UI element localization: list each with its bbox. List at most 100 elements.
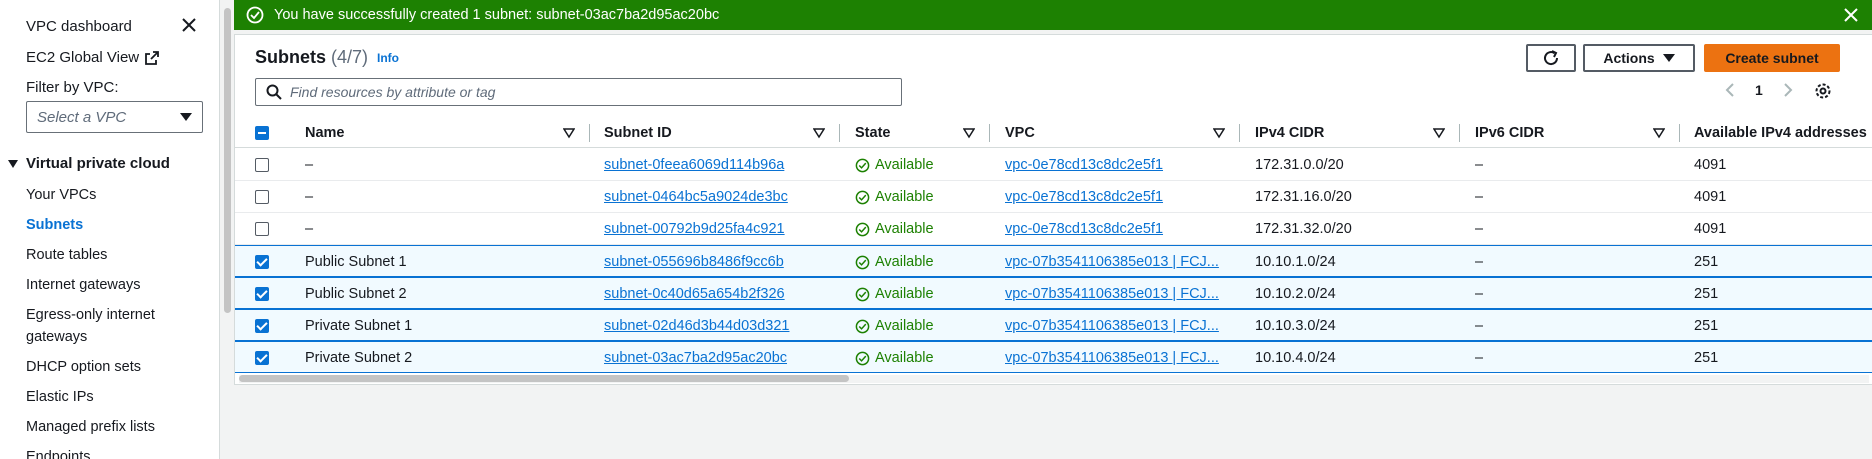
title-text: Subnets (255, 47, 327, 67)
row-checkbox-cell[interactable] (255, 342, 269, 374)
state-label: Available (875, 189, 934, 205)
vpc-filter-placeholder: Select a VPC (37, 108, 127, 126)
column-separator[interactable] (839, 124, 840, 142)
state-label: Available (875, 318, 934, 334)
chevron-right-icon[interactable] (1783, 82, 1793, 98)
cell-vpc-link[interactable]: vpc-07b3541106385e013 | FCJ... (1005, 310, 1230, 342)
gear-icon[interactable] (1813, 81, 1833, 101)
row-checkbox[interactable] (255, 351, 269, 365)
cell-ipv6-cidr: – (1475, 189, 1484, 205)
cell-vpc-link[interactable]: vpc-0e78cd13c8dc2e5f1 (1005, 213, 1230, 245)
table-row[interactable]: Private Subnet 2 subnet-03ac7ba2d95ac20bc… (235, 341, 1872, 373)
sidebar-item-your-vpcs[interactable]: Your VPCs (26, 184, 96, 206)
sidebar-item-egress-only-gateways-cont[interactable]: gateways (26, 326, 87, 348)
cell-vpc-link[interactable]: vpc-07b3541106385e013 | FCJ... (1005, 342, 1230, 374)
table-header: Name Subnet ID State VPC IPv4 CIDR IPv6 … (235, 118, 1872, 148)
sidebar-item-elastic-ips[interactable]: Elastic IPs (26, 386, 94, 408)
cell-vpc-link[interactable]: vpc-07b3541106385e013 | FCJ... (1005, 246, 1230, 278)
chevron-left-icon[interactable] (1725, 82, 1735, 98)
column-separator[interactable] (989, 124, 990, 142)
column-separator[interactable] (1459, 124, 1460, 142)
cell-subnet-id-link[interactable]: subnet-0464bc5a9024de3bc (604, 181, 834, 213)
row-checkbox[interactable] (255, 287, 269, 301)
cell-subnet-id-link[interactable]: subnet-02d46d3b44d03d321 (604, 310, 834, 342)
cell-name: Public Subnet 1 (305, 254, 407, 270)
column-header-ipv6-cidr[interactable]: IPv6 CIDR (1475, 118, 1544, 148)
search-input[interactable]: Find resources by attribute or tag (255, 78, 902, 106)
close-icon[interactable] (180, 16, 198, 34)
cell-vpc-link[interactable]: vpc-07b3541106385e013 | FCJ... (1005, 278, 1230, 310)
state-label: Available (875, 157, 934, 173)
horizontal-scrollbar-thumb[interactable] (239, 375, 849, 382)
row-checkbox-cell[interactable] (255, 181, 269, 213)
column-header-vpc[interactable]: VPC (1005, 118, 1035, 148)
sort-icon[interactable] (1433, 127, 1445, 139)
cell-available-ipv4: 4091 (1694, 157, 1727, 173)
info-link[interactable]: Info (377, 51, 399, 65)
table-row[interactable]: Private Subnet 1 subnet-02d46d3b44d03d321… (235, 309, 1872, 341)
row-checkbox[interactable] (255, 222, 269, 236)
sidebar-item-route-tables[interactable]: Route tables (26, 244, 107, 266)
cell-ipv4-cidr: 10.10.4.0/24 (1255, 350, 1336, 366)
table-row[interactable]: – subnet-00792b9d25fa4c921 Available vpc-0e… (235, 213, 1872, 245)
sidebar-item-internet-gateways[interactable]: Internet gateways (26, 274, 140, 296)
select-all-checkbox-cell[interactable] (255, 118, 269, 148)
actions-dropdown[interactable]: Actions (1583, 44, 1695, 72)
row-checkbox-cell[interactable] (255, 149, 269, 181)
column-header-subnet-id[interactable]: Subnet ID (604, 118, 672, 148)
sidebar-item-endpoints[interactable]: Endpoints (26, 446, 91, 459)
table-row[interactable]: – subnet-0464bc5a9024de3bc Available vpc-0e… (235, 181, 1872, 213)
row-checkbox[interactable] (255, 319, 269, 333)
vpc-filter-select[interactable]: Select a VPC (26, 101, 203, 133)
sidebar-scrollbar-thumb[interactable] (224, 8, 231, 313)
cell-subnet-id-link[interactable]: subnet-055696b8486f9cc6b (604, 246, 834, 278)
cell-state: Available (855, 278, 934, 310)
cell-available-ipv4: 251 (1694, 318, 1719, 334)
column-header-ipv4-cidr[interactable]: IPv4 CIDR (1255, 118, 1324, 148)
sidebar-item-subnets[interactable]: Subnets (26, 214, 83, 236)
cell-subnet-id-link[interactable]: subnet-0feea6069d114b96a (604, 149, 834, 181)
vpc-dashboard-link[interactable]: VPC dashboard (26, 18, 132, 35)
sidebar-item-dhcp-option-sets[interactable]: DHCP option sets (26, 356, 141, 378)
cell-subnet-id-link[interactable]: subnet-00792b9d25fa4c921 (604, 213, 834, 245)
column-header-state[interactable]: State (855, 118, 890, 148)
cell-subnet-id-link[interactable]: subnet-03ac7ba2d95ac20bc (604, 342, 834, 374)
row-checkbox-cell[interactable] (255, 246, 269, 278)
table-row[interactable]: Public Subnet 1 subnet-055696b8486f9cc6b A… (235, 245, 1872, 277)
cell-vpc-link[interactable]: vpc-0e78cd13c8dc2e5f1 (1005, 149, 1230, 181)
cell-ipv6-cidr: – (1475, 221, 1484, 237)
row-checkbox[interactable] (255, 190, 269, 204)
sidebar-item-egress-only-gateways[interactable]: Egress-only internet (26, 304, 155, 326)
refresh-button[interactable] (1526, 44, 1576, 72)
row-checkbox-cell[interactable] (255, 310, 269, 342)
create-subnet-button[interactable]: Create subnet (1704, 44, 1840, 72)
column-header-available-ipv4[interactable]: Available IPv4 addresses (1694, 118, 1867, 148)
row-checkbox[interactable] (255, 255, 269, 269)
sort-icon[interactable] (813, 127, 825, 139)
sort-icon[interactable] (963, 127, 975, 139)
flash-message: You have successfully created 1 subnet: … (274, 7, 720, 23)
cell-vpc-link[interactable]: vpc-0e78cd13c8dc2e5f1 (1005, 181, 1230, 213)
row-checkbox[interactable] (255, 158, 269, 172)
sort-icon[interactable] (1653, 127, 1665, 139)
ec2-global-view-link[interactable]: EC2 Global View (26, 49, 160, 66)
cell-name: – (305, 221, 314, 237)
row-checkbox-cell[interactable] (255, 213, 269, 245)
sidebar-item-managed-prefix-lists[interactable]: Managed prefix lists (26, 416, 155, 438)
row-checkbox-cell[interactable] (255, 278, 269, 310)
table-row[interactable]: Public Subnet 2 subnet-0c40d65a654b2f326 A… (235, 277, 1872, 309)
column-separator[interactable] (1239, 124, 1240, 142)
cell-name: – (305, 157, 314, 173)
sort-icon[interactable] (563, 127, 575, 139)
cell-subnet-id-link[interactable]: subnet-0c40d65a654b2f326 (604, 278, 834, 310)
page-number[interactable]: 1 (1755, 82, 1763, 98)
refresh-icon (1544, 50, 1559, 66)
column-separator[interactable] (1679, 124, 1680, 142)
sort-icon[interactable] (1213, 127, 1225, 139)
close-icon[interactable] (1842, 6, 1860, 24)
column-separator[interactable] (589, 124, 590, 142)
select-all-checkbox[interactable] (255, 126, 269, 140)
column-header-name[interactable]: Name (305, 118, 345, 148)
section-virtual-private-cloud[interactable]: Virtual private cloud (8, 155, 170, 172)
table-row[interactable]: – subnet-0feea6069d114b96a Available vpc-0e… (235, 149, 1872, 181)
